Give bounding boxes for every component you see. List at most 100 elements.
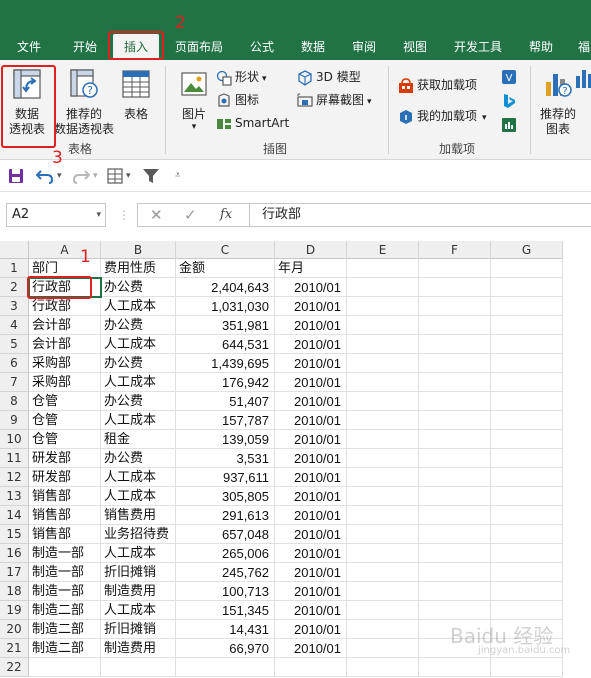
row-header-17[interactable]: 17 <box>0 563 29 582</box>
cell-g6[interactable] <box>491 354 563 373</box>
cell-b14[interactable]: 销售费用 <box>101 506 176 525</box>
row-header-16[interactable]: 16 <box>0 544 29 563</box>
cell-b4[interactable]: 办公费 <box>101 316 176 335</box>
undo-icon[interactable] <box>36 167 54 185</box>
cell-a5[interactable]: 会计部 <box>29 335 101 354</box>
cell-d17[interactable]: 2010/01 <box>275 563 347 582</box>
table-button[interactable]: 表格 <box>116 68 156 122</box>
column-header-f[interactable]: F <box>419 241 491 259</box>
cell-a6[interactable]: 采购部 <box>29 354 101 373</box>
row-header-2[interactable]: 2 <box>0 278 29 297</box>
cell-c21[interactable]: 66,970 <box>176 639 275 658</box>
cell-f8[interactable] <box>419 392 491 411</box>
cell-d8[interactable]: 2010/01 <box>275 392 347 411</box>
cell-g9[interactable] <box>491 411 563 430</box>
row-header-6[interactable]: 6 <box>0 354 29 373</box>
row-header-18[interactable]: 18 <box>0 582 29 601</box>
cell-e21[interactable] <box>347 639 419 658</box>
cell-e6[interactable] <box>347 354 419 373</box>
tab-developer[interactable]: 开发工具 <box>454 36 502 58</box>
cell-e2[interactable] <box>347 278 419 297</box>
cancel-icon[interactable]: ✕ <box>150 206 163 224</box>
row-header-20[interactable]: 20 <box>0 620 29 639</box>
cell-c15[interactable]: 657,048 <box>176 525 275 544</box>
cell-c6[interactable]: 1,439,695 <box>176 354 275 373</box>
cell-c12[interactable]: 937,611 <box>176 468 275 487</box>
cell-b9[interactable]: 人工成本 <box>101 411 176 430</box>
cell-b20[interactable]: 折旧摊销 <box>101 620 176 639</box>
cell-b8[interactable]: 办公费 <box>101 392 176 411</box>
cell-d5[interactable]: 2010/01 <box>275 335 347 354</box>
cell-d13[interactable]: 2010/01 <box>275 487 347 506</box>
cell-a9[interactable]: 仓管 <box>29 411 101 430</box>
cell-a13[interactable]: 销售部 <box>29 487 101 506</box>
cell-f15[interactable] <box>419 525 491 544</box>
cell-d4[interactable]: 2010/01 <box>275 316 347 335</box>
cell-g15[interactable] <box>491 525 563 544</box>
cell-g17[interactable] <box>491 563 563 582</box>
cell-b16[interactable]: 人工成本 <box>101 544 176 563</box>
screenshot-button[interactable]: 屏幕截图 ▾ <box>297 91 372 109</box>
cell-f17[interactable] <box>419 563 491 582</box>
smartart-button[interactable]: SmartArt <box>216 114 289 132</box>
cell-g4[interactable] <box>491 316 563 335</box>
cell-g10[interactable] <box>491 430 563 449</box>
row-header-11[interactable]: 11 <box>0 449 29 468</box>
filter-icon[interactable] <box>142 167 160 185</box>
cell-b18[interactable]: 制造费用 <box>101 582 176 601</box>
cell-d19[interactable]: 2010/01 <box>275 601 347 620</box>
cell-f19[interactable] <box>419 601 491 620</box>
cell-d22[interactable] <box>275 658 347 677</box>
tab-help[interactable]: 帮助 <box>529 36 553 58</box>
cell-f14[interactable] <box>419 506 491 525</box>
row-header-7[interactable]: 7 <box>0 373 29 392</box>
cell-c9[interactable]: 157,787 <box>176 411 275 430</box>
column-header-g[interactable]: G <box>491 241 563 259</box>
column-header-a[interactable]: A <box>29 241 101 259</box>
cell-d3[interactable]: 2010/01 <box>275 297 347 316</box>
cell-g8[interactable] <box>491 392 563 411</box>
cell-f4[interactable] <box>419 316 491 335</box>
tab-more[interactable]: 福 <box>578 36 590 58</box>
row-header-12[interactable]: 12 <box>0 468 29 487</box>
tab-data[interactable]: 数据 <box>301 36 325 58</box>
cell-f20[interactable] <box>419 620 491 639</box>
cell-b11[interactable]: 办公费 <box>101 449 176 468</box>
cell-e8[interactable] <box>347 392 419 411</box>
cell-a15[interactable]: 销售部 <box>29 525 101 544</box>
cell-g13[interactable] <box>491 487 563 506</box>
undo-dropdown-icon[interactable]: ▾ <box>57 167 62 185</box>
cell-c11[interactable]: 3,531 <box>176 449 275 468</box>
cell-b3[interactable]: 人工成本 <box>101 297 176 316</box>
cell-c17[interactable]: 245,762 <box>176 563 275 582</box>
row-header-14[interactable]: 14 <box>0 506 29 525</box>
cell-a8[interactable]: 仓管 <box>29 392 101 411</box>
tab-view[interactable]: 视图 <box>403 36 427 58</box>
cell-d21[interactable]: 2010/01 <box>275 639 347 658</box>
customize-qat-icon[interactable]: ⩡ <box>175 167 181 185</box>
cell-d9[interactable]: 2010/01 <box>275 411 347 430</box>
cell-b1[interactable]: 费用性质 <box>101 259 176 278</box>
cell-d18[interactable]: 2010/01 <box>275 582 347 601</box>
tab-review[interactable]: 审阅 <box>352 36 376 58</box>
cell-g21[interactable] <box>491 639 563 658</box>
cell-e3[interactable] <box>347 297 419 316</box>
redo-icon[interactable] <box>72 167 90 185</box>
cell-f9[interactable] <box>419 411 491 430</box>
row-header-10[interactable]: 10 <box>0 430 29 449</box>
cell-e5[interactable] <box>347 335 419 354</box>
print-preview-icon[interactable] <box>106 167 124 185</box>
cell-b21[interactable]: 制造费用 <box>101 639 176 658</box>
row-header-5[interactable]: 5 <box>0 335 29 354</box>
row-header-19[interactable]: 19 <box>0 601 29 620</box>
column-header-b[interactable]: B <box>101 241 176 259</box>
3d-models-button[interactable]: 3D 模型 <box>297 68 361 86</box>
people-graph-icon[interactable] <box>500 116 518 134</box>
cell-b2[interactable]: 办公费 <box>101 278 176 297</box>
pivot-table-button[interactable]: 数据 透视表 <box>4 68 50 137</box>
cell-e19[interactable] <box>347 601 419 620</box>
cell-g18[interactable] <box>491 582 563 601</box>
cell-f22[interactable] <box>419 658 491 677</box>
cell-b15[interactable]: 业务招待费 <box>101 525 176 544</box>
cell-d11[interactable]: 2010/01 <box>275 449 347 468</box>
